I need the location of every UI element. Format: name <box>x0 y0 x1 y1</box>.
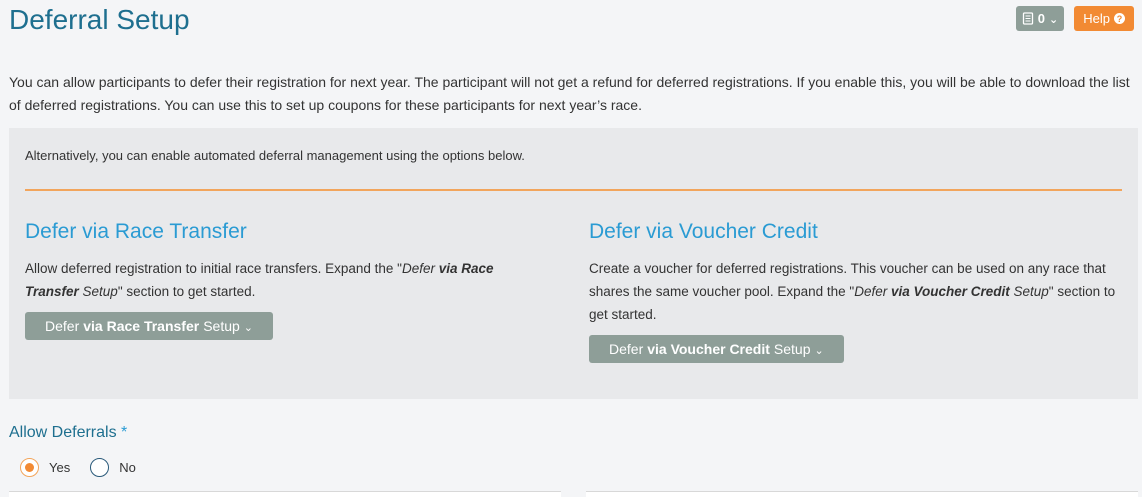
race-transfer-title: Defer via Race Transfer <box>25 220 247 243</box>
voucher-credit-setup-button[interactable]: Defer via Voucher Credit Setup ⌄ <box>589 335 844 363</box>
radio-no[interactable] <box>90 458 110 477</box>
allow-deferrals-radio-group: Yes No <box>20 458 136 477</box>
radio-yes-label: Yes <box>49 460 71 475</box>
help-button[interactable]: Help ? <box>1074 6 1134 31</box>
notes-count-button[interactable]: 0 ⌄ <box>1015 6 1065 31</box>
allow-deferrals-no[interactable]: No <box>90 458 136 477</box>
allow-deferrals-label: Allow Deferrals * <box>9 424 128 441</box>
document-icon <box>1022 12 1033 25</box>
bottom-card-right <box>586 491 1138 497</box>
bottom-card-left <box>9 491 561 497</box>
race-transfer-setup-button[interactable]: Defer via Race Transfer Setup ⌄ <box>25 312 274 340</box>
radio-yes[interactable] <box>20 458 39 477</box>
allow-deferrals-yes[interactable]: Yes <box>20 458 70 477</box>
chevron-down-icon: ⌄ <box>1049 14 1059 26</box>
intro-text: You can allow participants to defer thei… <box>9 74 1130 113</box>
question-icon: ? <box>1114 13 1125 24</box>
top-actions: 0 ⌄ Help ? <box>1015 6 1134 31</box>
notes-count: 0 <box>1037 11 1046 26</box>
deferral-options-panel: Alternatively, you can enable automated … <box>9 128 1138 399</box>
required-marker: * <box>121 424 128 441</box>
voucher-credit-description: Create a voucher for deferred registrati… <box>589 261 1116 322</box>
panel-intro-text: Alternatively, you can enable automated … <box>25 148 525 163</box>
race-transfer-section: Defer via Race Transfer Allow deferred r… <box>25 220 525 340</box>
chevron-down-icon: ⌄ <box>243 321 254 334</box>
race-transfer-description: Allow deferred registration to initial r… <box>25 261 494 299</box>
divider <box>25 189 1122 191</box>
chevron-down-icon: ⌄ <box>814 344 824 357</box>
radio-no-label: No <box>119 460 136 475</box>
help-label: Help <box>1083 11 1110 26</box>
voucher-credit-section: Defer via Voucher Credit Create a vouche… <box>589 220 1129 363</box>
voucher-credit-title: Defer via Voucher Credit <box>589 220 818 243</box>
page-title: Deferral Setup <box>9 4 190 35</box>
